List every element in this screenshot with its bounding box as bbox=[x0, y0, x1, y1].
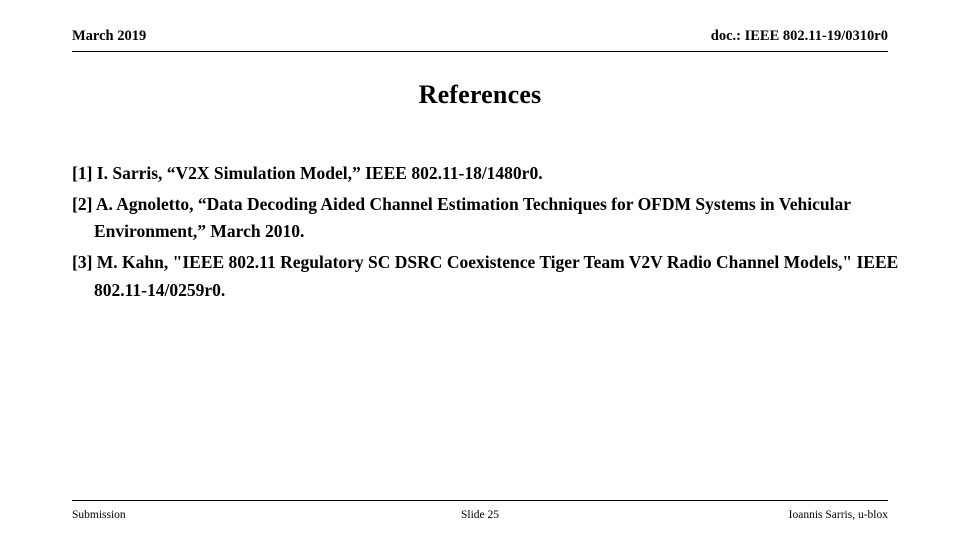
header-doc-id: doc.: IEEE 802.11-19/0310r0 bbox=[710, 28, 888, 44]
footer-slide-number: Slide 25 bbox=[460, 509, 499, 521]
page-title: References bbox=[418, 80, 542, 109]
list-item: [3] M. Kahn, "IEEE 802.11 Regulatory SC … bbox=[72, 249, 902, 303]
footer-divider bbox=[72, 500, 888, 501]
header-date: March 2019 bbox=[72, 28, 147, 44]
list-item: [1] I. Sarris, “V2X Simulation Model,” I… bbox=[72, 160, 902, 187]
slide-header: March 2019 doc.: IEEE 802.11-19/0310r0 bbox=[72, 28, 888, 54]
header-divider bbox=[72, 51, 888, 52]
reference-text-line1: [1] I. Sarris, “V2X Simulation Model,” I… bbox=[72, 163, 543, 183]
reference-text-line1: [2] A. Agnoletto, “Data Decoding Aided C… bbox=[72, 194, 756, 215]
slide-footer: Submission Slide 25 Ioannis Sarris, u-bl… bbox=[72, 500, 888, 522]
slide: March 2019 doc.: IEEE 802.11-19/0310r0 R… bbox=[0, 0, 960, 540]
references-list: [1] I. Sarris, “V2X Simulation Model,” I… bbox=[72, 160, 902, 308]
footer-author: Ioannis Sarris, u-blox bbox=[788, 509, 888, 521]
list-item: [2] A. Agnoletto, “Data Decoding Aided C… bbox=[72, 191, 902, 245]
reference-text-line1: [3] M. Kahn, "IEEE 802.11 Regulatory SC … bbox=[72, 252, 712, 273]
